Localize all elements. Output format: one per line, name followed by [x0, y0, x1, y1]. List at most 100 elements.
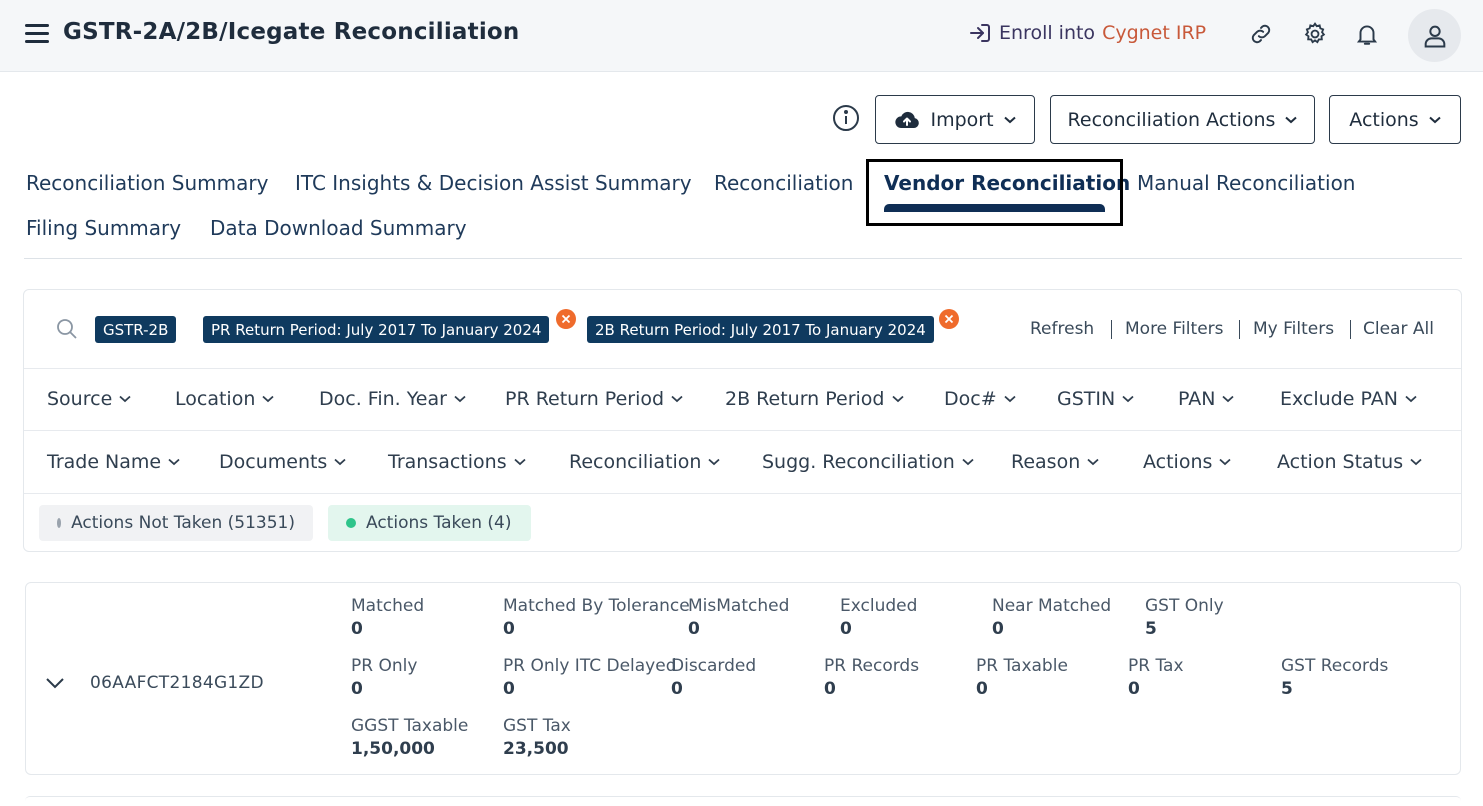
- tab-data-download-summary[interactable]: Data Download Summary: [210, 216, 467, 240]
- filter-documents[interactable]: Documents: [219, 451, 346, 473]
- search-icon[interactable]: [55, 317, 79, 341]
- chevron-down-icon[interactable]: [44, 672, 66, 694]
- chevron-down-icon: [1405, 395, 1417, 403]
- filter-doc-number[interactable]: Doc#: [944, 388, 1016, 410]
- metric-value: 0: [671, 679, 683, 699]
- filter-actions[interactable]: Actions: [1143, 451, 1232, 473]
- tab-reconciliation-summary[interactable]: Reconciliation Summary: [26, 171, 268, 195]
- separator: [1239, 320, 1240, 339]
- metric-label: PR Tax: [1128, 656, 1184, 676]
- more-filters-link[interactable]: More Filters: [1125, 319, 1224, 339]
- bell-icon[interactable]: [1353, 20, 1381, 48]
- filter-label: Doc. Fin. Year: [319, 388, 447, 410]
- filter-transactions[interactable]: Transactions: [388, 451, 526, 473]
- tab-filing-summary[interactable]: Filing Summary: [26, 216, 181, 240]
- filter-label: Doc#: [944, 388, 997, 410]
- filter-label: Sugg. Reconciliation: [762, 451, 955, 473]
- filter-pan[interactable]: PAN: [1178, 388, 1235, 410]
- close-icon[interactable]: [939, 309, 959, 329]
- filter-action-status[interactable]: Action Status: [1277, 451, 1422, 473]
- metric-value: 0: [840, 619, 852, 639]
- pill-label: Actions Not Taken (51351): [71, 513, 295, 533]
- chevron-down-icon: [1429, 116, 1441, 123]
- chevron-down-icon: [671, 395, 683, 403]
- clear-all-link[interactable]: Clear All: [1363, 319, 1434, 339]
- top-bar: GSTR-2A/2B/Icegate Reconciliation Enroll…: [0, 0, 1483, 72]
- menu-icon[interactable]: [25, 24, 49, 44]
- vendor-gstin: 06AAFCT2184G1ZD: [90, 673, 264, 693]
- chevron-down-icon: [334, 458, 346, 466]
- filter-gstin[interactable]: GSTIN: [1057, 388, 1134, 410]
- actions-label: Actions: [1349, 108, 1419, 131]
- import-button[interactable]: Import: [875, 95, 1035, 144]
- chevron-down-icon: [1087, 458, 1099, 466]
- metric-label: Near Matched: [992, 596, 1112, 616]
- refresh-link[interactable]: Refresh: [1030, 319, 1094, 339]
- metric-value: 0: [503, 679, 515, 699]
- metric-label: PR Only: [351, 656, 418, 676]
- divider: [24, 368, 1461, 369]
- actions-button[interactable]: Actions: [1329, 95, 1461, 144]
- filter-sugg-reconciliation[interactable]: Sugg. Reconciliation: [762, 451, 974, 473]
- separator: [1350, 320, 1351, 339]
- metric-label: PR Records: [824, 656, 920, 676]
- metric-label: PR Taxable: [976, 656, 1068, 676]
- filter-label: Actions: [1143, 451, 1213, 473]
- close-icon[interactable]: [556, 309, 576, 329]
- chip-label: 2B Return Period: July 2017 To January 2…: [595, 320, 926, 339]
- metric-label: GGST Taxable: [351, 716, 469, 736]
- filter-trade-name[interactable]: Trade Name: [47, 451, 180, 473]
- next-vendor-card: [25, 796, 1461, 806]
- info-icon[interactable]: [832, 104, 860, 132]
- filter-exclude-pan[interactable]: Exclude PAN: [1280, 388, 1417, 410]
- chevron-down-icon: [262, 395, 274, 403]
- user-icon: [1424, 25, 1445, 47]
- my-filters-link[interactable]: My Filters: [1253, 319, 1334, 339]
- gear-icon[interactable]: [1301, 20, 1329, 48]
- enroll-cygnet-link[interactable]: Enroll into Cygnet IRP: [968, 22, 1206, 44]
- filter-2b-return-period[interactable]: 2B Return Period: [725, 388, 904, 410]
- chevron-down-icon: [1285, 116, 1298, 123]
- filter-label: Transactions: [388, 451, 507, 473]
- metric-value: 0: [1128, 679, 1140, 699]
- reconciliation-actions-button[interactable]: Reconciliation Actions: [1050, 95, 1315, 144]
- link-icon[interactable]: [1247, 20, 1275, 48]
- filter-label: Trade Name: [47, 451, 162, 473]
- filter-label: Action Status: [1277, 451, 1404, 473]
- metric-label: MisMatched: [688, 596, 790, 616]
- avatar[interactable]: [1408, 9, 1461, 62]
- metric-label: Matched: [351, 596, 425, 616]
- tab-reconciliation[interactable]: Reconciliation: [714, 171, 853, 195]
- chevron-down-icon: [1410, 458, 1422, 466]
- chip-label: GSTR-2B: [103, 320, 169, 339]
- chevron-down-icon: [1122, 395, 1134, 403]
- metric-label: Matched By Tolerance: [503, 596, 690, 616]
- import-label: Import: [930, 108, 994, 131]
- metric-value: 0: [351, 679, 363, 699]
- filter-reason[interactable]: Reason: [1011, 451, 1099, 473]
- chevron-down-icon: [708, 458, 721, 466]
- metric-value: 0: [688, 619, 700, 639]
- filter-label: PAN: [1178, 388, 1216, 410]
- filter-doc-fin-year[interactable]: Doc. Fin. Year: [319, 388, 466, 410]
- filter-location[interactable]: Location: [175, 388, 274, 410]
- metric-value: 0: [351, 619, 363, 639]
- separator: [1111, 320, 1112, 339]
- filter-reconciliation[interactable]: Reconciliation: [569, 451, 721, 473]
- filter-pr-return-period[interactable]: PR Return Period: [505, 388, 683, 410]
- chevron-down-icon: [1003, 116, 1016, 123]
- enroll-icon: [970, 24, 990, 42]
- filter-label: Documents: [219, 451, 328, 473]
- actions-not-taken-pill[interactable]: Actions Not Taken (51351): [39, 505, 313, 541]
- filter-label: GSTIN: [1057, 388, 1116, 410]
- metric-value: 5: [1281, 679, 1293, 699]
- status-dot: [57, 518, 62, 528]
- chevron-down-icon: [168, 458, 180, 466]
- chevron-down-icon: [513, 458, 526, 466]
- actions-taken-pill[interactable]: Actions Taken (4): [328, 505, 531, 541]
- chevron-down-icon: [891, 395, 904, 403]
- filter-source[interactable]: Source: [47, 388, 131, 410]
- chevron-down-icon: [962, 458, 974, 466]
- tab-itc-insights[interactable]: ITC Insights & Decision Assist Summary: [295, 171, 692, 195]
- tab-manual-reconciliation[interactable]: Manual Reconciliation: [1137, 171, 1355, 195]
